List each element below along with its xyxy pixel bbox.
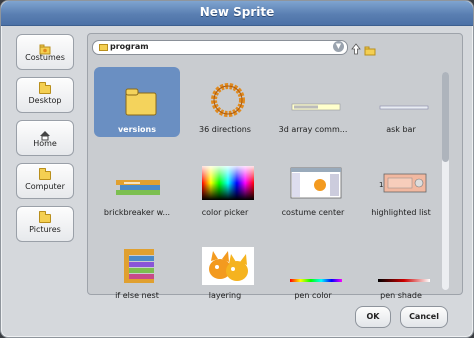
file-item-label: pen color [294, 291, 332, 300]
file-item-3d-array[interactable]: 3d array comm... [270, 67, 356, 137]
file-item-highlighted-list[interactable]: 1 highlighted list [358, 150, 444, 220]
file-item-label: 3d array comm... [278, 125, 348, 134]
file-item-pen-color[interactable]: pen color [270, 233, 356, 303]
file-item-versions[interactable]: versions [94, 67, 180, 137]
sprite-thumbnail [290, 167, 342, 199]
pen-shade-thumbnail [378, 279, 430, 282]
file-item-label: if else nest [115, 291, 159, 300]
file-item-label: 36 directions [199, 125, 251, 134]
svg-text:1: 1 [379, 181, 383, 189]
costumes-folder-icon [39, 40, 51, 55]
file-item-pen-shade[interactable]: pen shade [358, 233, 444, 303]
sidebar-item-label: Home [33, 139, 57, 148]
pen-color-thumbnail [290, 279, 342, 282]
home-icon [39, 126, 51, 141]
sidebar-item-pictures[interactable]: Pictures [16, 206, 74, 242]
sidebar-item-label: Pictures [29, 225, 61, 234]
file-item-36-directions[interactable]: 36 directions [182, 67, 268, 137]
file-item-layering[interactable]: layering [182, 233, 268, 303]
sprite-thumbnail [379, 105, 429, 110]
file-item-label: color picker [201, 208, 249, 217]
file-item-label: highlighted list [371, 208, 431, 217]
file-item-label: pen shade [380, 291, 422, 300]
path-dropdown[interactable]: program [92, 40, 348, 55]
up-folder-button[interactable] [351, 40, 361, 55]
sprite-thumbnail [116, 180, 160, 195]
folder-icon [39, 211, 51, 223]
sidebar-item-computer[interactable]: Computer [16, 163, 74, 199]
sidebar-item-desktop[interactable]: Desktop [16, 77, 74, 113]
sprite-thumbnail: 1 [379, 173, 427, 193]
folder-icon [99, 44, 108, 51]
dialog-title: New Sprite [199, 5, 275, 19]
new-sprite-dialog: New Sprite Costumes Desktop Home Compute… [0, 0, 474, 338]
title-bar[interactable]: New Sprite [1, 1, 473, 26]
sidebar-item-label: Desktop [28, 96, 62, 105]
file-item-color-picker[interactable]: color picker [182, 150, 268, 220]
sidebar-item-label: Computer [25, 182, 65, 191]
file-item-if-else-nest[interactable]: if else nest [94, 233, 180, 303]
cancel-button[interactable]: Cancel [400, 306, 448, 328]
vertical-scrollbar[interactable] [442, 72, 449, 290]
new-folder-icon [364, 46, 376, 56]
sprite-thumbnail [291, 103, 341, 111]
sidebar-item-costumes[interactable]: Costumes [16, 34, 74, 70]
file-item-label: costume center [281, 208, 345, 217]
ok-button[interactable]: OK [355, 306, 391, 328]
sprite-ring-thumbnail [211, 83, 245, 117]
file-item-costume-center[interactable]: costume center [270, 150, 356, 220]
current-path: program [110, 42, 149, 51]
scrollbar-thumb[interactable] [442, 72, 449, 162]
file-item-label: ask bar [386, 125, 416, 134]
sidebar-item-label: Costumes [25, 53, 65, 62]
new-folder-button[interactable] [364, 41, 376, 56]
chevron-down-icon[interactable]: ▼ [333, 41, 344, 52]
up-arrow-icon [351, 43, 361, 55]
folder-icon [39, 168, 51, 180]
file-item-ask-bar[interactable]: ask bar [358, 67, 444, 137]
folder-icon [125, 88, 157, 116]
sidebar-item-home[interactable]: Home [16, 120, 74, 156]
file-item-label: layering [208, 291, 242, 300]
file-item-label: brickbreaker w... [103, 208, 171, 217]
sidebar: Costumes Desktop Home Computer Pictures [16, 34, 76, 249]
file-grid: versions 36 directions 3d array comm... [94, 67, 439, 300]
folder-icon [39, 82, 51, 94]
file-item-label: versions [117, 125, 157, 134]
file-item-brickbreaker[interactable]: brickbreaker w... [94, 150, 180, 220]
sprite-thumbnail [124, 249, 154, 283]
color-spectrum-thumbnail [202, 166, 254, 200]
file-browser: program ▼ versions 36 directions 3d arra… [87, 33, 463, 300]
cat-sprite-thumbnail [202, 247, 254, 285]
